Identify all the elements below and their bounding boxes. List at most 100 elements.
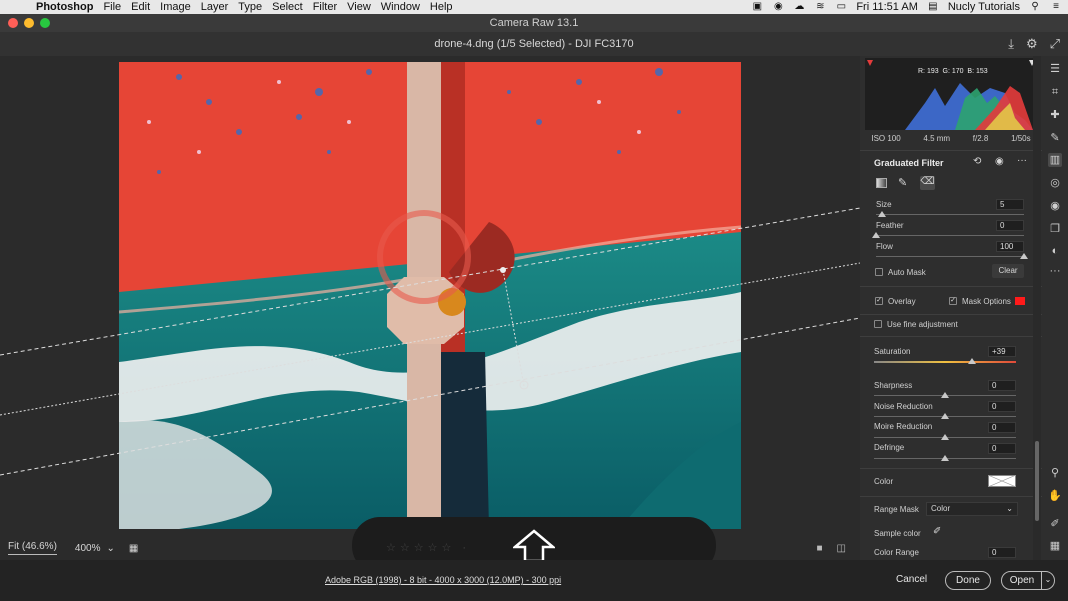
size-thumb[interactable] xyxy=(878,211,886,217)
saturation-field[interactable]: +39 xyxy=(988,346,1016,357)
color-label: Color xyxy=(874,477,894,486)
mask-color-swatch[interactable] xyxy=(1015,297,1025,305)
single-view-icon[interactable]: ■ xyxy=(817,543,823,554)
auto-mask-checkbox[interactable] xyxy=(875,268,883,276)
menu-type[interactable]: Type xyxy=(238,1,262,13)
menu-list-icon[interactable]: ≡ xyxy=(1050,2,1062,12)
record-icon[interactable]: ◉ xyxy=(772,2,784,12)
crop-icon[interactable]: ⌗ xyxy=(1048,85,1062,99)
more-icon[interactable]: ··· xyxy=(1017,155,1027,166)
done-button[interactable]: Done xyxy=(945,571,991,590)
eye-icon[interactable]: ◉ xyxy=(995,156,1004,167)
menu-layer[interactable]: Layer xyxy=(201,1,229,13)
noise-reduction-thumb[interactable] xyxy=(941,413,949,419)
menu-edit[interactable]: Edit xyxy=(131,1,150,13)
moire-reduction-field[interactable]: 0 xyxy=(988,422,1016,433)
saturation-slider[interactable] xyxy=(874,361,1016,363)
exif-info: ISO 100 4.5 mm f/2.8 1/50s xyxy=(860,134,1042,148)
iso-value: ISO 100 xyxy=(871,134,901,143)
fullscreen-icon[interactable]: ⤢ xyxy=(1050,32,1060,56)
edit-sliders-icon[interactable]: ☰ xyxy=(1048,62,1062,76)
overlay-checkbox[interactable]: ✓ xyxy=(875,297,883,305)
clock[interactable]: Fri 11:51 AM xyxy=(856,1,918,13)
feather-field[interactable]: 0 xyxy=(996,220,1024,231)
gear-icon[interactable]: ⚙ xyxy=(1026,32,1038,56)
workflow-options-link[interactable]: Adobe RGB (1998) - 8 bit - 4000 x 3000 (… xyxy=(325,575,561,585)
feather-thumb[interactable] xyxy=(872,232,880,238)
open-options-chevron-icon[interactable]: ⌄ xyxy=(1041,571,1054,590)
healing-icon[interactable]: ✚ xyxy=(1048,108,1062,122)
minimize-window-button[interactable] xyxy=(24,18,34,28)
panel-scrollbar[interactable] xyxy=(1033,56,1041,560)
cancel-button[interactable]: Cancel xyxy=(896,574,927,585)
flow-slider[interactable] xyxy=(876,256,1024,257)
flag-icon: ▤ xyxy=(928,1,938,12)
open-button[interactable]: Open ⌄ xyxy=(1001,571,1055,590)
menu-bar: Photoshop File Edit Image Layer Type Sel… xyxy=(0,0,1068,14)
menu-select[interactable]: Select xyxy=(272,1,303,13)
size-field[interactable]: 5 xyxy=(996,199,1024,210)
radial-filter-icon[interactable]: ◎ xyxy=(1048,176,1062,190)
clear-button[interactable]: Clear xyxy=(992,264,1024,278)
image-canvas[interactable] xyxy=(0,56,860,536)
menu-file[interactable]: File xyxy=(103,1,121,13)
graduated-filter-icon[interactable]: ▥ xyxy=(1048,153,1062,167)
defringe-field[interactable]: 0 xyxy=(988,443,1016,454)
sharpness-field[interactable]: 0 xyxy=(988,380,1016,391)
star-rating[interactable]: ☆☆☆☆☆ · xyxy=(386,541,470,554)
menu-view[interactable]: View xyxy=(347,1,371,13)
user-name[interactable]: Nucly Tutorials xyxy=(948,1,1020,13)
presets-icon[interactable]: ◐ xyxy=(1048,244,1062,258)
color-swatch[interactable] xyxy=(988,475,1016,487)
zoom-tool-icon[interactable]: ⚲ xyxy=(1048,466,1062,480)
brush-icon[interactable]: ✎ xyxy=(898,176,907,189)
airplay-icon[interactable]: ▭ xyxy=(835,2,847,12)
fit-zoom[interactable]: Fit (46.6%) xyxy=(8,541,57,555)
zoom-level[interactable]: 400% xyxy=(75,543,101,554)
camera-icon[interactable]: ▣ xyxy=(751,2,763,12)
snapshots-icon[interactable]: ❐ xyxy=(1048,222,1062,236)
search-icon[interactable]: ⚲ xyxy=(1029,2,1041,12)
close-window-button[interactable] xyxy=(8,18,18,28)
sharpness-label: Sharpness xyxy=(874,381,913,390)
mask-options-checkbox[interactable]: ✓ xyxy=(949,297,957,305)
before-after-icon[interactable]: ◫ xyxy=(837,543,846,554)
scrollbar-thumb[interactable] xyxy=(1035,441,1039,521)
app-menu[interactable]: Photoshop xyxy=(36,1,93,13)
menu-image[interactable]: Image xyxy=(160,1,191,13)
defringe-thumb[interactable] xyxy=(941,455,949,461)
new-gradient-icon[interactable] xyxy=(876,178,887,188)
size-slider[interactable] xyxy=(876,214,1024,215)
eyedropper-icon[interactable]: ✐ xyxy=(933,526,941,537)
feather-slider[interactable] xyxy=(876,235,1024,236)
fine-adjustment-checkbox[interactable] xyxy=(874,320,882,328)
color-sampler-icon[interactable]: ✐ xyxy=(1048,517,1062,531)
menu-filter[interactable]: Filter xyxy=(313,1,337,13)
reset-icon[interactable]: ⟲ xyxy=(973,156,981,167)
menu-window[interactable]: Window xyxy=(381,1,420,13)
adjustment-brush-icon[interactable]: ✎ xyxy=(1048,131,1062,145)
up-arrow-icon[interactable] xyxy=(513,529,555,563)
eraser-icon[interactable]: ⌫ xyxy=(920,176,935,190)
wifi-icon[interactable]: ≋ xyxy=(814,2,826,12)
more-tools-icon[interactable]: ··· xyxy=(1048,264,1062,278)
grid-icon[interactable]: ▦ xyxy=(1048,539,1062,553)
menu-help[interactable]: Help xyxy=(430,1,453,13)
creative-cloud-icon[interactable]: ☁ xyxy=(793,2,805,12)
range-mask-select[interactable]: Color ⌄ xyxy=(926,502,1018,516)
color-range-field[interactable]: 0 xyxy=(988,547,1016,558)
zoom-window-button[interactable] xyxy=(40,18,50,28)
save-image-icon[interactable]: ⤓ xyxy=(1008,32,1014,56)
filmstrip-icon[interactable]: ▦ xyxy=(129,543,138,554)
noise-reduction-field[interactable]: 0 xyxy=(988,401,1016,412)
window-title: Camera Raw 13.1 xyxy=(489,17,579,29)
chevron-down-icon[interactable]: ⌄ xyxy=(106,543,114,554)
flow-thumb[interactable] xyxy=(1020,253,1028,259)
moire-reduction-thumb[interactable] xyxy=(941,434,949,440)
saturation-thumb[interactable] xyxy=(968,358,976,364)
hand-tool-icon[interactable]: ✋ xyxy=(1048,489,1062,503)
sample-color-label: Sample color xyxy=(874,529,921,538)
flow-field[interactable]: 100 xyxy=(996,241,1024,252)
red-eye-icon[interactable]: ◉ xyxy=(1048,199,1062,213)
sharpness-thumb[interactable] xyxy=(941,392,949,398)
